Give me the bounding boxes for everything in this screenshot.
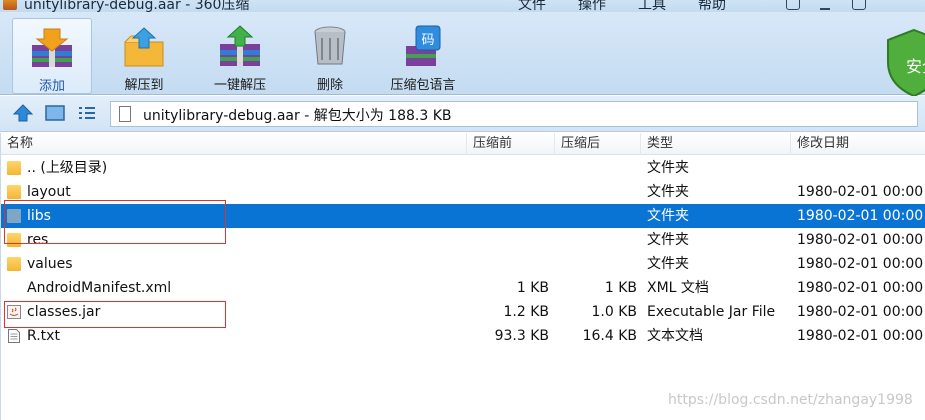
file-date: 1980-02-01 00:00 xyxy=(797,304,924,320)
menu-tools[interactable]: 工具 xyxy=(638,0,666,12)
security-badge: 安全 xyxy=(906,57,925,76)
archive-language-button[interactable]: 码 压缩包语言 xyxy=(383,18,463,94)
highlight-box xyxy=(4,301,226,328)
toolbar: 添加 解压到 一键解压 删除 码 压缩包语言 安 xyxy=(0,12,925,98)
trash-icon xyxy=(314,26,346,65)
folder-up-icon xyxy=(7,161,21,175)
title-bar: unitylibrary-debug.aar - 360压缩 文件 操作 工具 … xyxy=(0,0,925,12)
table-row[interactable]: AndroidManifest.xml 1 KB 1 KB XML 文档 198… xyxy=(1,276,925,300)
close-button[interactable] xyxy=(884,0,898,10)
address-field[interactable]: unitylibrary-debug.aar - 解包大小为 188.3 KB xyxy=(110,101,918,127)
xml-file-icon xyxy=(7,281,21,295)
security-shield-icon[interactable]: 安全 xyxy=(884,28,925,98)
file-size-after: 16.4 KB xyxy=(582,328,637,344)
address-bar: unitylibrary-debug.aar - 解包大小为 188.3 KB xyxy=(0,96,925,132)
file-date: 1980-02-01 00:00 xyxy=(797,232,924,248)
app-icon xyxy=(3,0,17,10)
add-archive-icon xyxy=(32,28,72,67)
window-title: unitylibrary-debug.aar - 360压缩 xyxy=(24,0,250,12)
svg-text:码: 码 xyxy=(421,33,434,48)
file-name: values xyxy=(27,256,73,272)
file-type: XML 文档 xyxy=(647,280,709,296)
file-date: 1980-02-01 00:00 xyxy=(797,280,924,296)
thumbnail-view-icon[interactable] xyxy=(44,103,66,123)
file-name: .. (上级目录) xyxy=(27,160,108,176)
file-date: 1980-02-01 00:00 xyxy=(797,184,924,200)
column-size-before[interactable]: 压缩前 xyxy=(467,133,555,155)
list-view-icon[interactable] xyxy=(76,103,98,123)
file-type: 文件夹 xyxy=(647,256,689,272)
file-type: Executable Jar File xyxy=(647,304,776,320)
add-button[interactable]: 添加 xyxy=(12,18,92,94)
skin-button[interactable] xyxy=(786,0,800,10)
file-size-after: 1.0 KB xyxy=(591,304,638,320)
file-icon xyxy=(119,106,131,122)
up-arrow-icon[interactable] xyxy=(12,103,34,123)
file-date: 1980-02-01 00:00 xyxy=(797,328,924,344)
column-type[interactable]: 类型 xyxy=(641,133,791,155)
file-size-before: 1 KB xyxy=(516,280,549,296)
file-list: 名称 压缩前 压缩后 类型 修改日期 .. (上级目录) 文件夹 layout … xyxy=(0,133,925,420)
address-text: unitylibrary-debug.aar - 解包大小为 188.3 KB xyxy=(143,108,452,124)
highlight-box xyxy=(4,200,226,244)
table-row[interactable]: values 文件夹 1980-02-01 00:00 xyxy=(1,252,925,276)
file-type: 文件夹 xyxy=(647,184,689,200)
column-name[interactable]: 名称 xyxy=(1,133,467,155)
column-size-after[interactable]: 压缩后 xyxy=(555,133,641,155)
file-date: 1980-02-01 00:00 xyxy=(797,208,924,224)
folder-icon xyxy=(7,257,21,271)
menu-help[interactable]: 帮助 xyxy=(698,0,726,12)
extract-to-button[interactable]: 解压到 xyxy=(104,18,184,94)
maximize-button[interactable] xyxy=(852,0,866,10)
column-modified[interactable]: 修改日期 xyxy=(791,133,925,155)
one-click-extract-button[interactable]: 一键解压 xyxy=(200,18,280,94)
text-file-icon xyxy=(8,329,20,343)
list-header: 名称 压缩前 压缩后 类型 修改日期 xyxy=(1,133,925,155)
menu-file[interactable]: 文件 xyxy=(518,0,546,12)
delete-button[interactable]: 删除 xyxy=(290,18,370,94)
extract-to-icon xyxy=(124,27,164,67)
table-row[interactable]: .. (上级目录) 文件夹 xyxy=(1,156,925,180)
file-type: 文本文档 xyxy=(647,328,703,344)
file-date: 1980-02-01 00:00 xyxy=(797,256,924,272)
file-size-after: 1 KB xyxy=(604,280,637,296)
watermark: https://blog.csdn.net/zhangay1998 xyxy=(668,392,913,408)
folder-icon xyxy=(7,185,21,199)
archive-language-icon: 码 xyxy=(406,25,441,66)
one-click-extract-icon xyxy=(220,25,260,66)
file-size-before: 93.3 KB xyxy=(494,328,549,344)
file-type: 文件夹 xyxy=(647,160,689,176)
file-name: AndroidManifest.xml xyxy=(27,280,172,296)
file-type: 文件夹 xyxy=(647,208,689,224)
file-type: 文件夹 xyxy=(647,232,689,248)
file-size-before: 1.2 KB xyxy=(503,304,550,320)
minimize-button[interactable] xyxy=(820,0,830,10)
menu-operate[interactable]: 操作 xyxy=(578,0,606,12)
